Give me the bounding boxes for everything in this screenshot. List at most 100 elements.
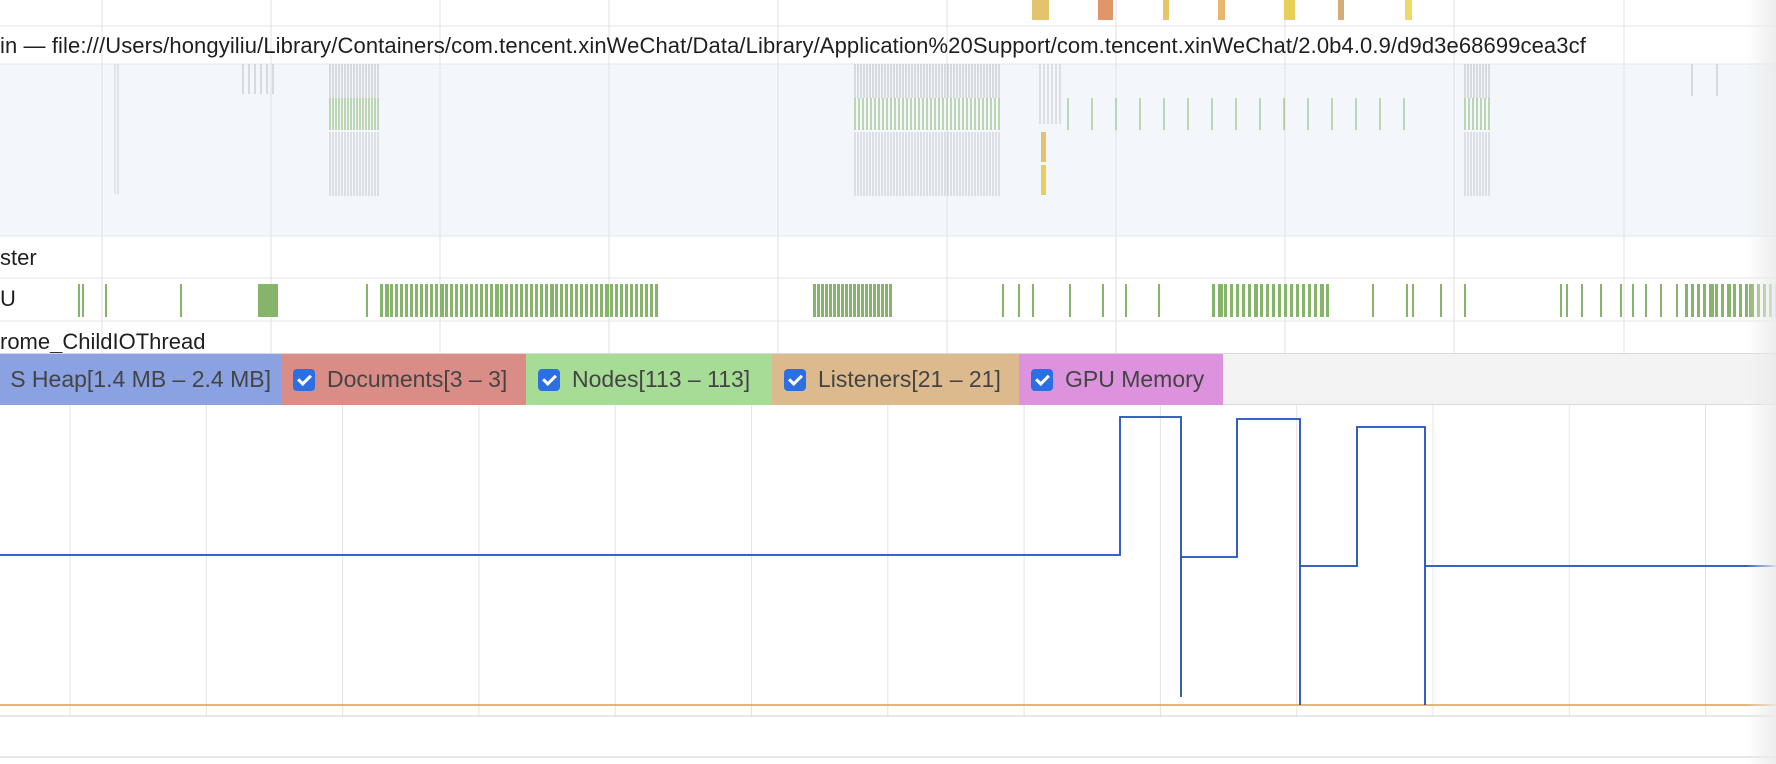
gpu-activity-bar bbox=[1266, 284, 1269, 317]
gpu-activity-bar bbox=[78, 284, 80, 317]
frame-marker bbox=[1338, 0, 1344, 20]
gpu-activity-bar bbox=[1320, 284, 1324, 317]
gpu-activity-bar bbox=[625, 284, 628, 317]
gpu-activity-bar bbox=[1464, 284, 1466, 317]
gpu-activity-bar bbox=[1272, 284, 1275, 317]
gpu-activity-bar bbox=[1290, 284, 1293, 317]
checkbox-checked-icon[interactable] bbox=[784, 368, 806, 391]
activity-block bbox=[1041, 132, 1046, 162]
gpu-activity-bar bbox=[465, 284, 468, 317]
gpu-activity-bar bbox=[258, 284, 278, 317]
gpu-activity-bar bbox=[1002, 284, 1004, 317]
gpu-activity-bar bbox=[1691, 284, 1694, 317]
gpu-activity-bar bbox=[475, 284, 478, 317]
gpu-activity-bar bbox=[1763, 284, 1766, 317]
frame-marker bbox=[1218, 0, 1225, 20]
frame-marker bbox=[1284, 0, 1295, 20]
gpu-activity-bar bbox=[460, 284, 463, 317]
gpu-activity-bar bbox=[1230, 284, 1233, 317]
gpu-activity-bar bbox=[1372, 284, 1374, 317]
gpu-activity-bar bbox=[650, 284, 653, 317]
gpu-activity-bar bbox=[525, 284, 528, 317]
counter-gpu-memory[interactable]: GPU Memory bbox=[1019, 354, 1223, 405]
gpu-activity-bar bbox=[520, 284, 523, 317]
gpu-activity-bar bbox=[1620, 284, 1622, 317]
gpu-activity-bar bbox=[600, 284, 603, 317]
gpu-activity-bar bbox=[861, 284, 864, 317]
frame-marker bbox=[1163, 0, 1169, 20]
gpu-activity-bar bbox=[1236, 284, 1239, 317]
gpu-activity-bar bbox=[415, 284, 418, 317]
counter-js-heap[interactable]: S Heap[1.4 MB – 2.4 MB] bbox=[0, 354, 281, 405]
counter-nodes[interactable]: Nodes[113 – 113] bbox=[526, 354, 772, 405]
gpu-activity-bar bbox=[837, 284, 840, 317]
gpu-activity-bar bbox=[1697, 284, 1700, 317]
gpu-activity-bar bbox=[480, 284, 483, 317]
gpu-activity-bar bbox=[630, 284, 633, 317]
frame-marker bbox=[1032, 0, 1049, 20]
gpu-activity-bar bbox=[505, 284, 508, 317]
gpu-activity-bar bbox=[889, 284, 892, 317]
gpu-activity-bar bbox=[425, 284, 428, 317]
raster-track-label: ster bbox=[0, 245, 37, 270]
gpu-activity-bar bbox=[440, 284, 444, 317]
gpu-activity-bar bbox=[595, 284, 598, 317]
frame-markers bbox=[1032, 0, 1412, 20]
gpu-activity-bar bbox=[825, 284, 828, 317]
checkbox-checked-icon[interactable] bbox=[1031, 368, 1053, 391]
gpu-activity-bar bbox=[530, 284, 533, 317]
gpu-activity-bar bbox=[1218, 284, 1221, 317]
gpu-activity-bar bbox=[1676, 284, 1678, 317]
frame-marker bbox=[1098, 0, 1113, 20]
gpu-activity-bar bbox=[1412, 284, 1414, 317]
gpu-activity-bar bbox=[1308, 284, 1311, 317]
gpu-activity-bar bbox=[833, 284, 836, 317]
gpu-activity-bar bbox=[645, 284, 648, 317]
gpu-activity-bar bbox=[1221, 284, 1223, 317]
gpu-activity-bar bbox=[430, 284, 433, 317]
gpu-activity-bar bbox=[82, 284, 84, 317]
checkbox-checked-icon[interactable] bbox=[538, 368, 560, 391]
gpu-activity-bar bbox=[1260, 284, 1263, 317]
gpu-activity-bar bbox=[873, 284, 876, 317]
checkbox-checked-icon[interactable] bbox=[293, 368, 315, 391]
gpu-track-label: U bbox=[0, 286, 16, 311]
gpu-activity-bar bbox=[1685, 284, 1688, 317]
gpu-activity-bar bbox=[435, 284, 438, 317]
gpu-activity-bar bbox=[585, 284, 588, 317]
gpu-activity-bar bbox=[495, 284, 499, 317]
gpu-activity-bar bbox=[450, 284, 453, 317]
gpu-activity-bar bbox=[1224, 284, 1227, 317]
gpu-activity-bar bbox=[881, 284, 884, 317]
gpu-activity-bar bbox=[410, 284, 413, 317]
gpu-activity-bar bbox=[1600, 284, 1602, 317]
counter-listeners[interactable]: Listeners[21 – 21] bbox=[772, 354, 1019, 405]
main-thread-url-label: in — file:///Users/hongyiliu/Library/Con… bbox=[0, 33, 1586, 58]
gpu-activity-bar bbox=[366, 284, 368, 317]
gpu-activity-bar bbox=[1769, 284, 1772, 317]
counter-documents[interactable]: Documents[3 – 3] bbox=[281, 354, 526, 405]
gpu-activity-bar bbox=[1709, 284, 1714, 317]
counter-nodes-label: Nodes[113 – 113] bbox=[572, 366, 751, 392]
gpu-activity-bar bbox=[385, 284, 389, 317]
counter-listeners-label: Listeners[21 – 21] bbox=[818, 366, 1001, 392]
gpu-activity[interactable] bbox=[78, 284, 1776, 317]
gpu-activity-bar bbox=[885, 284, 888, 317]
gpu-activity-bar bbox=[1018, 284, 1020, 317]
gpu-activity-bar bbox=[865, 284, 868, 317]
gpu-activity-bar bbox=[1248, 284, 1251, 317]
counter-documents-label: Documents[3 – 3] bbox=[327, 366, 508, 392]
gpu-activity-bar bbox=[1566, 284, 1568, 317]
gpu-activity-bar bbox=[455, 284, 458, 317]
gpu-activity-bar bbox=[1212, 284, 1215, 317]
gpu-activity-bar bbox=[821, 284, 824, 317]
memory-counter-graph[interactable] bbox=[0, 405, 1776, 764]
gpu-activity-bar bbox=[555, 284, 558, 317]
gpu-activity-bar bbox=[550, 284, 554, 317]
gpu-activity-bar bbox=[1242, 284, 1245, 317]
gpu-activity-bar bbox=[420, 284, 423, 317]
gpu-activity-bar bbox=[515, 284, 518, 317]
gpu-activity-bar bbox=[1032, 284, 1034, 317]
gpu-activity-bar bbox=[535, 284, 538, 317]
gpu-activity-bar bbox=[1302, 284, 1305, 317]
